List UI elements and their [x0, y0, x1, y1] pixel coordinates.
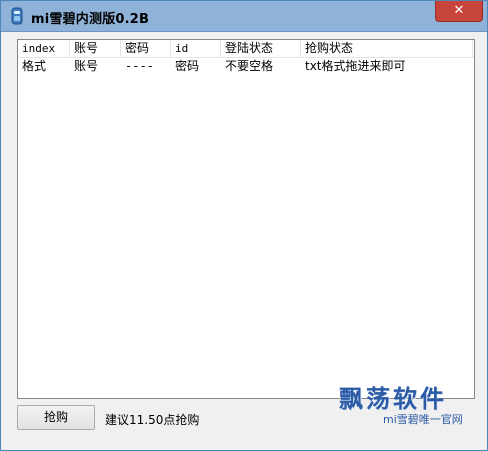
column-header-password[interactable]: 密码: [121, 40, 171, 57]
app-window: mi雪碧内测版0.2B ✕ index 账号 密码 id 登陆状态 抢购状态 格…: [0, 0, 488, 451]
watermark-subtitle: mi雪碧唯一官网: [383, 413, 463, 426]
cell-password: ----: [125, 59, 154, 73]
column-header-login-status[interactable]: 登陆状态: [221, 40, 301, 57]
window-title: mi雪碧内测版0.2B: [31, 12, 150, 27]
cell-index: 格式: [22, 59, 47, 73]
close-icon: ✕: [453, 3, 465, 18]
purchase-hint: 建议11.50点抢购: [105, 413, 200, 427]
cell-id: 密码: [175, 59, 200, 73]
column-header-account[interactable]: 账号: [70, 40, 121, 57]
column-header-purchase-status[interactable]: 抢购状态: [301, 40, 473, 57]
watermark: 飘荡软件 mi雪碧唯一官网: [331, 377, 471, 431]
close-button[interactable]: ✕: [435, 1, 483, 22]
column-header-id[interactable]: id: [171, 40, 221, 57]
watermark-logo: 飘荡软件: [339, 384, 447, 413]
list-header: index 账号 密码 id 登陆状态 抢购状态: [18, 40, 474, 58]
cell-purchase-status: txt格式拖进来即可: [305, 59, 406, 73]
column-header-index[interactable]: index: [18, 40, 70, 57]
table-row[interactable]: 格式 账号 ---- 密码 不要空格 txt格式拖进来即可: [18, 58, 474, 74]
cell-login-status: 不要空格: [225, 59, 274, 73]
purchase-button[interactable]: 抢购: [17, 405, 95, 430]
account-list[interactable]: index 账号 密码 id 登陆状态 抢购状态 格式 账号 ---- 密码 不…: [17, 39, 475, 399]
app-icon: [11, 7, 23, 25]
title-bar[interactable]: mi雪碧内测版0.2B ✕: [1, 1, 487, 32]
cell-account: 账号: [74, 59, 99, 73]
